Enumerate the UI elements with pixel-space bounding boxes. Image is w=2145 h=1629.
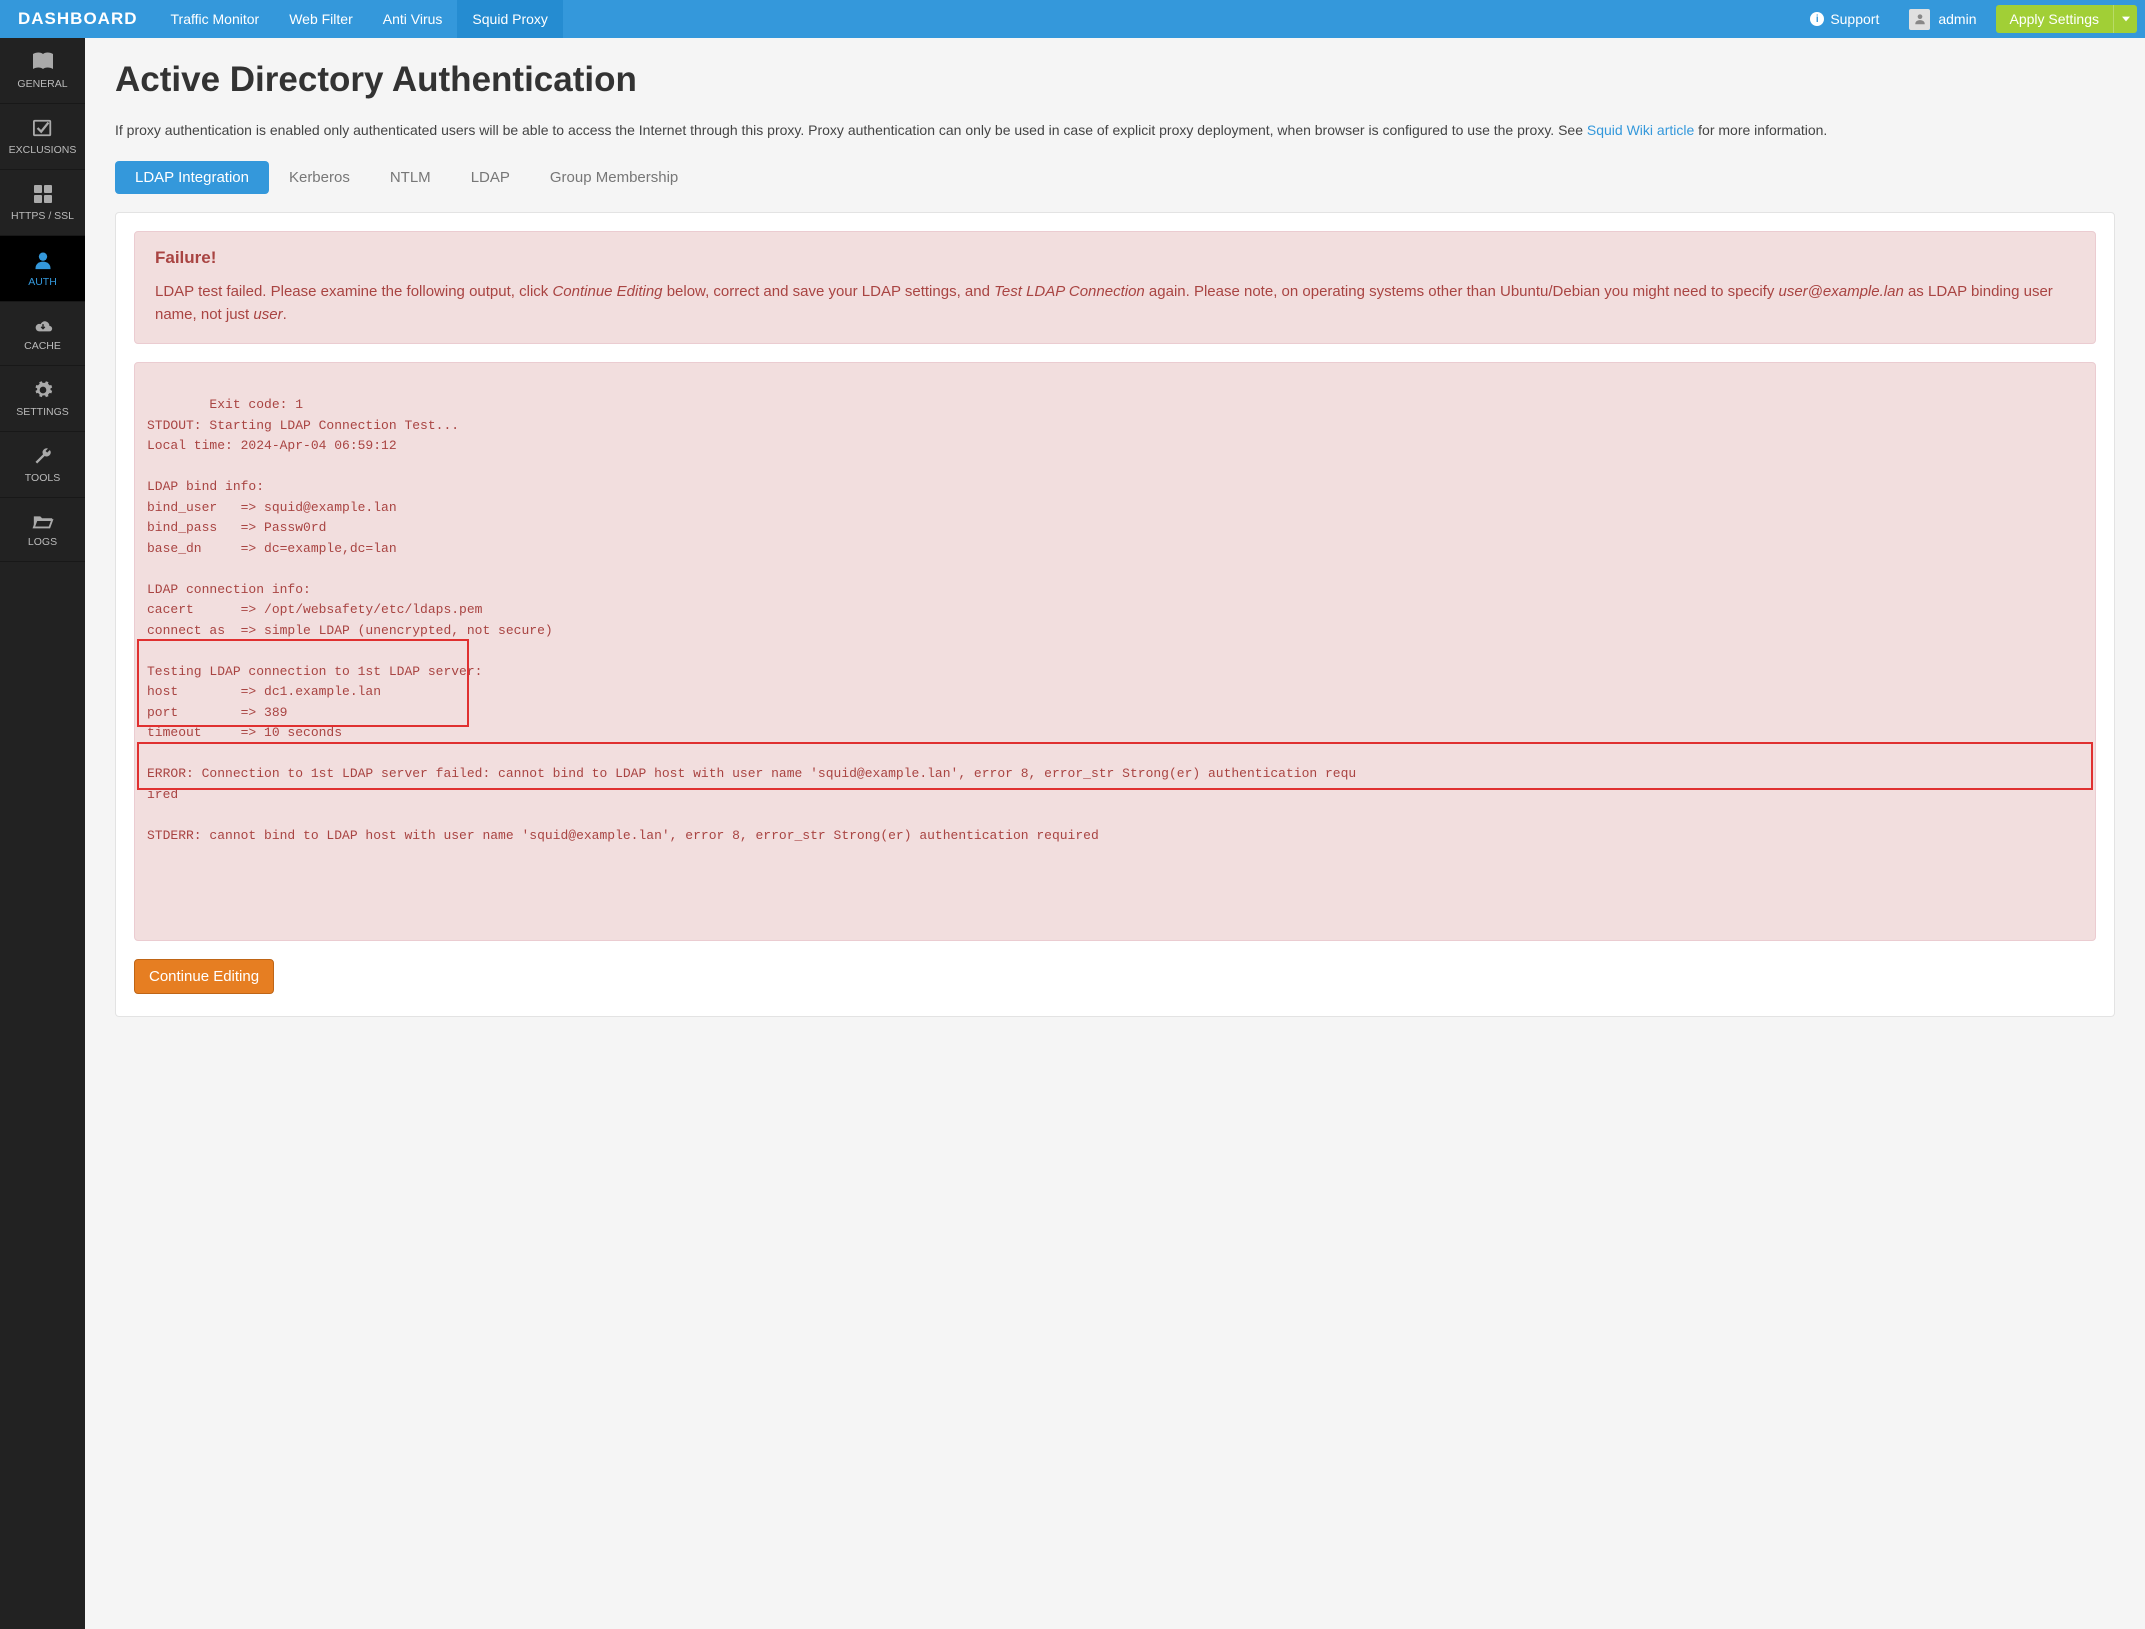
alert-em: user [253, 306, 282, 323]
alert-em: Continue Editing [552, 283, 662, 300]
ldap-test-output: Exit code: 1 STDOUT: Starting LDAP Conne… [134, 362, 2096, 942]
apply-settings-button[interactable]: Apply Settings [1996, 5, 2114, 33]
sidebar-label: SETTINGS [16, 406, 69, 418]
chevron-down-icon [2122, 15, 2130, 23]
support-link[interactable]: i Support [1795, 0, 1894, 38]
apply-settings-group: Apply Settings [1992, 0, 2145, 38]
squid-wiki-link[interactable]: Squid Wiki article [1587, 122, 1694, 138]
desc-text: If proxy authentication is enabled only … [115, 122, 1587, 138]
page-description: If proxy authentication is enabled only … [115, 120, 2115, 141]
tab-ldap[interactable]: LDAP [451, 161, 530, 194]
nav-traffic-monitor[interactable]: Traffic Monitor [156, 0, 275, 38]
user-menu[interactable]: admin [1894, 0, 1991, 38]
brand-logo[interactable]: DASHBOARD [0, 0, 156, 38]
support-label: Support [1830, 11, 1879, 27]
folder-open-icon [32, 512, 54, 530]
tab-ntlm[interactable]: NTLM [370, 161, 451, 194]
grid-icon [33, 184, 53, 204]
wrench-icon [33, 446, 53, 466]
sidebar-label: CACHE [24, 340, 61, 352]
apply-settings-dropdown[interactable] [2113, 5, 2137, 33]
sidebar-item-auth[interactable]: AUTH [0, 236, 85, 302]
sidebar-label: GENERAL [17, 78, 67, 90]
sidebar-item-https-ssl[interactable]: HTTPS / SSL [0, 170, 85, 236]
gear-icon [33, 380, 53, 400]
tab-group-membership[interactable]: Group Membership [530, 161, 698, 194]
auth-tabs: LDAP Integration Kerberos NTLM LDAP Grou… [115, 161, 2115, 194]
alert-text: . [283, 306, 287, 323]
alert-text: again. Please note, on operating systems… [1145, 283, 1779, 300]
alert-em: user@example.lan [1779, 283, 1904, 300]
alert-text: below, correct and save your LDAP settin… [663, 283, 995, 300]
sidebar-item-general[interactable]: GENERAL [0, 38, 85, 104]
top-navbar: DASHBOARD Traffic Monitor Web Filter Ant… [0, 0, 2145, 38]
main-content: Active Directory Authentication If proxy… [85, 38, 2145, 1629]
sidebar-label: LOGS [28, 536, 57, 548]
book-icon [31, 52, 55, 72]
avatar-icon [1909, 9, 1930, 30]
left-sidebar: GENERAL EXCLUSIONS HTTPS / SSL AUTH CACH… [0, 38, 85, 1629]
sidebar-label: HTTPS / SSL [11, 210, 74, 222]
failure-alert: Failure! LDAP test failed. Please examin… [134, 231, 2096, 344]
page-title: Active Directory Authentication [115, 60, 2115, 100]
info-icon: i [1810, 12, 1824, 26]
check-square-icon [32, 118, 54, 138]
sidebar-label: TOOLS [25, 472, 60, 484]
cloud-download-icon [32, 316, 54, 334]
sidebar-item-exclusions[interactable]: EXCLUSIONS [0, 104, 85, 170]
alert-body: LDAP test failed. Please examine the fol… [155, 280, 2075, 327]
sidebar-label: EXCLUSIONS [9, 144, 77, 156]
sidebar-item-cache[interactable]: CACHE [0, 302, 85, 366]
tab-kerberos[interactable]: Kerberos [269, 161, 370, 194]
alert-title: Failure! [155, 248, 2075, 268]
continue-editing-button[interactable]: Continue Editing [134, 959, 274, 994]
pre-text: Exit code: 1 STDOUT: Starting LDAP Conne… [147, 397, 1356, 843]
nav-squid-proxy[interactable]: Squid Proxy [457, 0, 562, 38]
nav-web-filter[interactable]: Web Filter [274, 0, 368, 38]
sidebar-label: AUTH [28, 276, 57, 288]
sidebar-item-tools[interactable]: TOOLS [0, 432, 85, 498]
nav-anti-virus[interactable]: Anti Virus [368, 0, 458, 38]
user-name: admin [1938, 11, 1976, 27]
content-panel: Failure! LDAP test failed. Please examin… [115, 212, 2115, 1017]
sidebar-item-logs[interactable]: LOGS [0, 498, 85, 562]
sidebar-item-settings[interactable]: SETTINGS [0, 366, 85, 432]
alert-em: Test LDAP Connection [994, 283, 1145, 300]
alert-text: LDAP test failed. Please examine the fol… [155, 283, 552, 300]
tab-ldap-integration[interactable]: LDAP Integration [115, 161, 269, 194]
user-icon [33, 250, 53, 270]
desc-text: for more information. [1694, 122, 1827, 138]
